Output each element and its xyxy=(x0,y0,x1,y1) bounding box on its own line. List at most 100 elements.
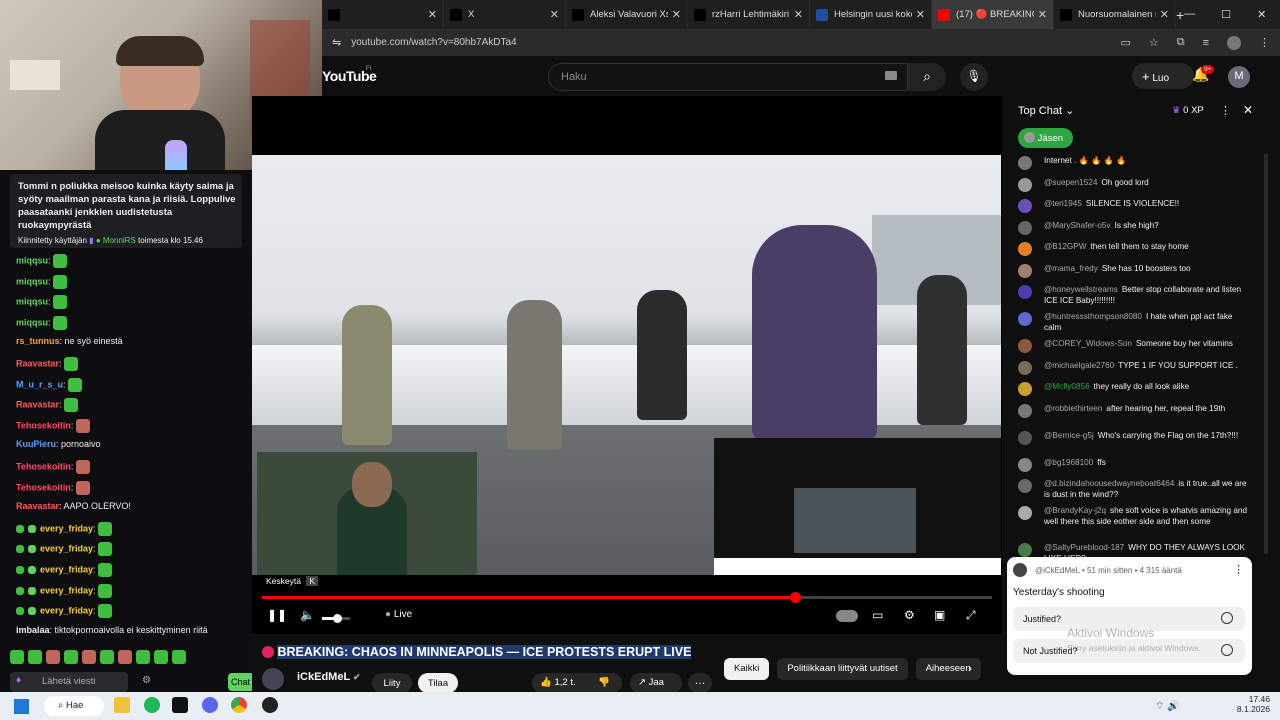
fullscreen-icon[interactable]: ⤢ xyxy=(966,608,976,623)
chat-author-avatar[interactable] xyxy=(1018,430,1032,445)
file-explorer-icon[interactable] xyxy=(114,697,130,713)
chat-author-name[interactable]: @COREY_Widows-Son xyxy=(1044,339,1132,348)
account-avatar[interactable]: M xyxy=(1228,66,1250,88)
browser-tab[interactable]: (17) 🔴 BREAKING: C ✕ xyxy=(932,0,1054,29)
member-button[interactable]: Jäsen xyxy=(1018,128,1073,148)
chat-author-name[interactable]: @huntresssthompson8080 xyxy=(1044,312,1142,321)
maximize-icon[interactable]: ☐ xyxy=(1221,8,1231,21)
close-chat-icon[interactable]: ✕ xyxy=(1243,103,1253,117)
emote[interactable] xyxy=(64,398,79,413)
browser-tab[interactable]: Nuorsuomalainen nu ✕ xyxy=(1054,0,1176,29)
emote[interactable] xyxy=(98,521,113,536)
share-button[interactable]: ↗ Jaa xyxy=(630,673,682,693)
pause-icon[interactable]: ❚❚ xyxy=(267,608,287,622)
chat-author-avatar[interactable] xyxy=(1018,543,1032,557)
chat-username[interactable]: Raavastar xyxy=(16,358,59,368)
chat-send-button[interactable]: Chat xyxy=(228,673,252,691)
chat-author-avatar[interactable] xyxy=(1018,479,1032,493)
chat-author-name[interactable]: @suepen1524 xyxy=(1044,178,1097,187)
clock[interactable]: 17.46 8.1.2026 xyxy=(1232,694,1270,714)
chat-author-avatar[interactable] xyxy=(1018,312,1032,326)
close-tab-icon[interactable]: ✕ xyxy=(672,8,681,21)
extensions-icon[interactable]: ⧉ xyxy=(1177,36,1185,49)
live-badge[interactable]: ● Live xyxy=(385,609,412,620)
settings-gear-icon[interactable]: ⚙ xyxy=(904,608,915,622)
badge-icon[interactable] xyxy=(16,586,24,595)
url-field[interactable]: youtube.com/watch?v=80hb7AkDTa4 xyxy=(351,37,516,48)
badge-icon[interactable] xyxy=(16,607,24,616)
chat-username[interactable]: Tehosekoitin xyxy=(16,482,71,492)
emote[interactable] xyxy=(64,650,78,664)
chat-author-name[interactable]: @bg1968100 xyxy=(1044,458,1093,467)
taskbar-search[interactable]: ⌕ Hae xyxy=(44,696,104,716)
tray-icons[interactable]: ⌔ 🔊 xyxy=(1155,700,1180,713)
chat-username[interactable]: miqqsu xyxy=(16,276,48,286)
chat-username[interactable]: M_u_r_s_u xyxy=(16,379,63,389)
chat-author-name[interactable]: @honeywellstreams xyxy=(1044,285,1118,294)
badge-icon[interactable] xyxy=(28,524,36,533)
close-tab-icon[interactable]: ✕ xyxy=(1160,8,1169,21)
close-tab-icon[interactable]: ✕ xyxy=(1038,8,1047,21)
chat-author-name[interactable]: @d.bizindahoousedwayneboat6464 xyxy=(1044,479,1174,488)
search-input[interactable]: Haku xyxy=(548,63,908,91)
browser-tab[interactable]: Aleksi Valavuori Xssa ✕ xyxy=(566,0,688,29)
site-info-icon[interactable]: ⇋ xyxy=(332,36,341,49)
browser-tab[interactable]: Helsingin uusi kokeilu ✕ xyxy=(810,0,932,29)
minimize-icon[interactable]: — xyxy=(1184,8,1195,21)
emote[interactable] xyxy=(46,650,60,664)
bookmark-star-icon[interactable]: ☆ xyxy=(1149,36,1159,49)
miniplayer-icon[interactable]: ▣ xyxy=(934,608,945,622)
chat-username[interactable]: Tehosekoitin xyxy=(16,420,71,430)
close-window-icon[interactable]: ✕ xyxy=(1257,8,1266,21)
chat-mode-dropdown[interactable]: Top Chat ⌄ xyxy=(1018,104,1074,117)
discord-icon[interactable] xyxy=(202,697,218,713)
filter-chip[interactable]: Kaikki xyxy=(724,658,770,680)
chat-author-name[interactable]: @Bernice-g5j xyxy=(1044,431,1094,440)
create-button[interactable]: + Luo xyxy=(1132,63,1194,89)
spotify-icon[interactable] xyxy=(144,697,160,713)
badge-icon[interactable] xyxy=(28,566,36,574)
chat-author-avatar[interactable] xyxy=(1018,177,1032,192)
chat-author-avatar[interactable] xyxy=(1018,199,1032,213)
browser-tab[interactable]: ✕ xyxy=(322,0,444,29)
emote[interactable] xyxy=(75,460,90,474)
emote[interactable] xyxy=(98,604,113,619)
chat-author-name[interactable]: @Mcfly0856 xyxy=(1044,382,1090,391)
chat-username[interactable]: every_friday xyxy=(40,523,93,533)
chat-author-avatar[interactable] xyxy=(1018,506,1032,520)
close-tab-icon[interactable]: ✕ xyxy=(794,8,803,21)
chat-author-avatar[interactable] xyxy=(1018,220,1032,235)
chat-author-avatar[interactable] xyxy=(1018,263,1032,278)
chat-username[interactable]: rs_tunnus xyxy=(16,336,60,346)
tab-search-icon[interactable]: ≡ xyxy=(1203,37,1209,49)
badge-icon[interactable] xyxy=(28,586,36,595)
x-app-icon[interactable] xyxy=(172,697,188,713)
emote[interactable] xyxy=(100,650,114,664)
chat-menu-icon[interactable]: ⋮ xyxy=(1220,104,1231,117)
scrubber-handle[interactable] xyxy=(789,592,801,603)
wifi-icon[interactable]: ⌔ xyxy=(1155,701,1164,712)
chips-next-icon[interactable]: › xyxy=(968,661,972,675)
channel-name[interactable]: iCkEdMeL ✔ xyxy=(297,671,361,683)
chat-scrollbar[interactable] xyxy=(1264,154,1268,554)
chat-username[interactable]: miqqsu xyxy=(16,317,48,327)
obs-icon[interactable] xyxy=(262,697,278,713)
speaker-icon[interactable]: 🔊 xyxy=(1167,701,1179,712)
autoplay-toggle[interactable] xyxy=(836,610,858,622)
progress-track[interactable] xyxy=(262,592,992,603)
subscribe-button[interactable]: Tilaa xyxy=(418,673,458,693)
bits-icon[interactable]: ♦ xyxy=(16,675,21,686)
chat-author-name[interactable]: @teri1945 xyxy=(1044,199,1082,208)
chat-author-avatar[interactable] xyxy=(1018,382,1032,396)
settings-icon[interactable]: ⚙ xyxy=(142,675,151,686)
emote[interactable] xyxy=(10,650,24,664)
badge-icon[interactable] xyxy=(16,545,24,554)
chat-username[interactable]: every_friday xyxy=(40,564,93,574)
chat-author-avatar[interactable] xyxy=(1018,360,1032,375)
emote[interactable] xyxy=(98,583,113,598)
chat-author-avatar[interactable] xyxy=(1018,156,1032,170)
emote[interactable] xyxy=(75,418,90,433)
emote[interactable] xyxy=(53,295,68,310)
chat-username[interactable]: Raavastar xyxy=(16,501,59,511)
volume-icon[interactable]: 🔈 xyxy=(300,608,315,622)
